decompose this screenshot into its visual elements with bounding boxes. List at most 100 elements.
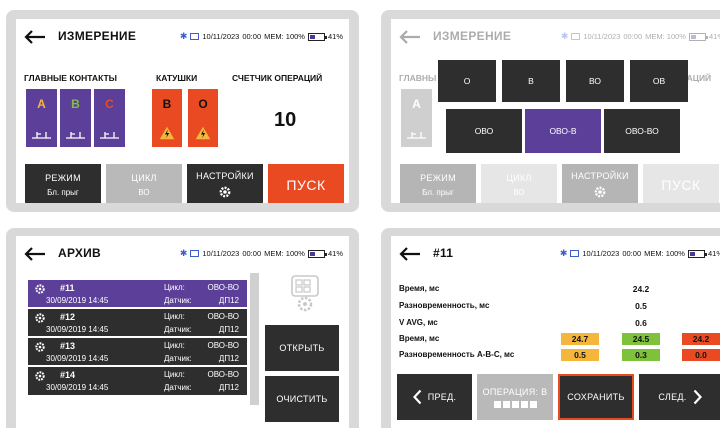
bluetooth-icon: ✱ <box>559 248 568 258</box>
time-text: 00:00 <box>622 249 642 258</box>
archive-item-cycle: ОВО-ВО <box>207 341 239 350</box>
archive-item-id: #14 <box>60 370 76 380</box>
time-diff-value: 0.5 <box>635 301 647 311</box>
cycle-option-ovo-v[interactable]: ОВО-В <box>525 109 601 153</box>
contact-b: B <box>60 89 91 147</box>
operation-button[interactable]: ОПЕРАЦИЯ: В <box>477 374 553 420</box>
monitor-icon <box>190 250 200 257</box>
date-text: 10/11/2023 <box>202 32 240 41</box>
archive-item-sensor: ДП12 <box>218 325 239 334</box>
archive-item[interactable]: #12 30/09/2019 14:45 Цикл: ОВО-ВО Датчик… <box>28 309 247 337</box>
battery-icon <box>687 249 707 258</box>
mode-button: РЕЖИМ Бл. прыг <box>400 164 476 203</box>
page-title: АРХИВ <box>58 246 102 260</box>
open-label: ОТКРЫТЬ <box>279 343 325 353</box>
settings-label: НАСТРОЙКИ <box>196 171 254 181</box>
cycle-label: ЦИКЛ <box>131 173 157 183</box>
back-arrow-icon[interactable] <box>24 30 46 44</box>
cycle-option-o[interactable]: О <box>438 60 496 102</box>
battery-text: 41% <box>708 32 720 41</box>
header: АРХИВ ✱ 10/11/2023 00:00 MEM: 100% 41% <box>16 236 349 272</box>
archive-screen: АРХИВ ✱ 10/11/2023 00:00 MEM: 100% 41% #… <box>16 236 349 428</box>
archive-item-sensor: ДП12 <box>218 296 239 305</box>
memory-text: MEM: 100% <box>644 249 685 258</box>
counter-label: СЧЕТЧИК ОПЕРАЦИЙ <box>232 73 323 83</box>
coil-close-letter: В <box>162 97 172 111</box>
cycle-button[interactable]: ЦИКЛ ВО <box>106 164 182 203</box>
switch-open-icon <box>100 132 119 139</box>
record-screen: #11 ✱ 10/11/2023 00:00 MEM: 100% 41% Вре… <box>391 236 720 428</box>
clear-label: ОЧИСТИТЬ <box>276 394 328 404</box>
time-label: Время, мс <box>399 284 440 293</box>
back-arrow-icon <box>399 30 421 44</box>
measure-screen: ИЗМЕРЕНИЕ ✱ 10/11/2023 00:00 MEM: 100% 4… <box>16 19 349 203</box>
operation-label: ОПЕРАЦИЯ: В <box>482 386 548 397</box>
start-button: ПУСК <box>643 164 719 203</box>
mode-label: РЕЖИМ <box>420 173 456 183</box>
phase-c-diff: 0.0 <box>682 349 720 361</box>
contact-a-letter: A <box>37 97 46 111</box>
back-arrow-icon[interactable] <box>399 247 421 261</box>
battery-text: 41% <box>327 249 343 258</box>
archive-item-date: 30/09/2019 14:45 <box>46 296 109 305</box>
archive-item-sensor: ДП12 <box>218 354 239 363</box>
back-arrow-icon[interactable] <box>24 247 46 261</box>
phase-a-diff: 0.5 <box>561 349 599 361</box>
divider <box>28 307 247 308</box>
gear-icon <box>35 313 45 323</box>
cycle-option-vo[interactable]: ВО <box>566 60 624 102</box>
cycle-label: ЦИКЛ <box>506 173 532 183</box>
bluetooth-icon: ✱ <box>560 31 569 41</box>
contact-c-letter: C <box>105 97 114 111</box>
cycle-menu-panel: ИЗМЕРЕНИЕ ✱ 10/11/2023 00:00 MEM: 100% 4… <box>381 10 720 212</box>
open-button[interactable]: ОТКРЫТЬ <box>265 325 339 371</box>
phase-time-label: Время, мс <box>399 334 440 343</box>
header: ИЗМЕРЕНИЕ ✱ 10/11/2023 00:00 MEM: 100% 4… <box>391 19 720 55</box>
archive-item[interactable]: #13 30/09/2019 14:45 Цикл: ОВО-ВО Датчик… <box>28 338 247 366</box>
header: #11 ✱ 10/11/2023 00:00 MEM: 100% 41% <box>391 236 720 272</box>
switch-open-icon <box>407 132 426 139</box>
cycle-option-ovo-vo[interactable]: ОВО-ВО <box>604 109 680 153</box>
contact-a: A <box>401 89 432 147</box>
coil-open: О <box>188 89 218 147</box>
coil-close: В <box>152 89 182 147</box>
switch-open-icon <box>66 132 85 139</box>
archive-item[interactable]: #11 30/09/2019 14:45 Цикл: ОВО-ВО Датчик… <box>28 280 247 308</box>
gear-icon <box>219 186 231 198</box>
record-panel: #11 ✱ 10/11/2023 00:00 MEM: 100% 41% Вре… <box>381 228 720 428</box>
mode-button[interactable]: РЕЖИМ Бл. прыг <box>25 164 101 203</box>
phase-diff-label: Разновременность A-B-C, мс <box>399 350 515 359</box>
scrollbar[interactable] <box>250 273 259 405</box>
status-bar: ✱ 10/11/2023 00:00 MEM: 100% 41% <box>180 248 343 259</box>
mode-value: Бл. прыг <box>47 188 79 197</box>
next-button[interactable]: СЛЕД. <box>639 374 720 420</box>
cycle-key: Цикл: <box>164 283 185 292</box>
settings-button[interactable]: НАСТРОЙКИ <box>187 164 263 203</box>
page-title: #11 <box>433 246 454 260</box>
battery-text: 41% <box>327 32 343 41</box>
status-bar: ✱ 10/11/2023 00:00 MEM: 100% 41% <box>180 31 343 42</box>
battery-icon <box>307 32 327 41</box>
date-text: 10/11/2023 <box>582 249 620 258</box>
high-voltage-icon <box>159 126 175 140</box>
start-button[interactable]: ПУСК <box>268 164 344 203</box>
save-label: СОХРАНИТЬ <box>567 392 625 402</box>
clear-button[interactable]: ОЧИСТИТЬ <box>265 376 339 422</box>
cycle-option-v[interactable]: В <box>502 60 560 102</box>
sensor-key: Датчик: <box>164 325 192 334</box>
settings-label: НАСТРОЙКИ <box>571 171 629 181</box>
sensor-key: Датчик: <box>164 296 192 305</box>
chevron-right-icon <box>693 389 702 405</box>
cycle-option-ov[interactable]: ОВ <box>630 60 688 102</box>
archive-item-sensor: ДП12 <box>218 383 239 392</box>
main-contacts-label: ГЛАВНЫЕ КОНТАКТЫ <box>24 73 117 83</box>
operation-counter: 10 <box>274 109 297 131</box>
save-button[interactable]: СОХРАНИТЬ <box>558 374 634 420</box>
archive-item[interactable]: #14 30/09/2019 14:45 Цикл: ОВО-ВО Датчик… <box>28 367 247 395</box>
cycle-option-ovo[interactable]: ОВО <box>446 109 522 153</box>
prev-button[interactable]: ПРЕД. <box>397 374 472 420</box>
cycle-button: ЦИКЛ ВО <box>481 164 557 203</box>
sensor-key: Датчик: <box>164 354 192 363</box>
archive-item-id: #13 <box>60 341 76 351</box>
time-text: 00:00 <box>242 249 262 258</box>
